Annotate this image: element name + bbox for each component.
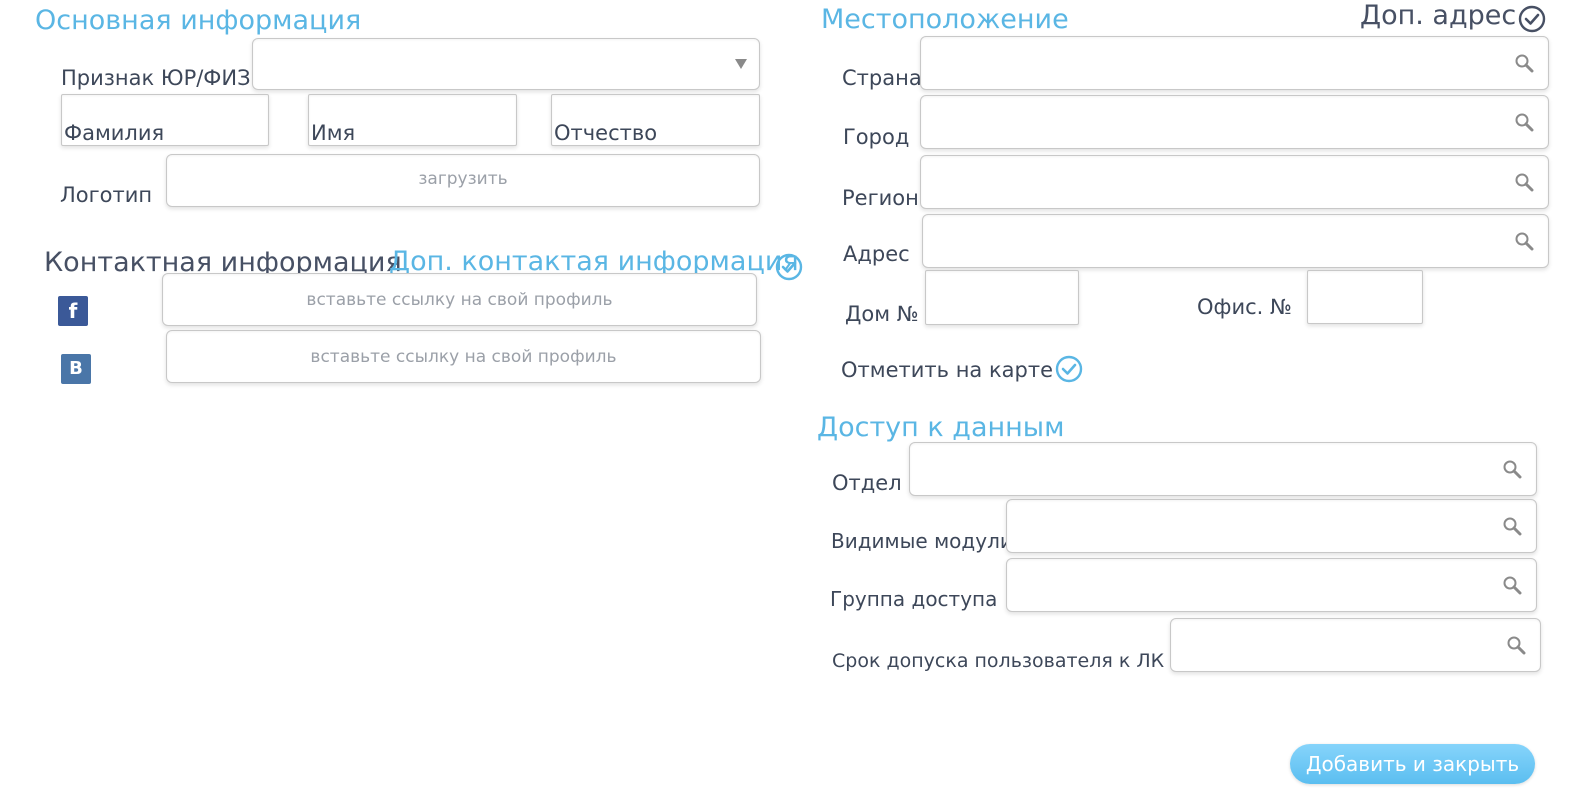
map-label: Отметить на карте bbox=[841, 358, 1053, 382]
country-label: Страна bbox=[842, 66, 922, 90]
modules-input[interactable] bbox=[1006, 499, 1537, 553]
search-icon[interactable] bbox=[1514, 172, 1534, 192]
house-label: Дом № bbox=[845, 302, 919, 326]
search-icon[interactable] bbox=[1506, 635, 1526, 655]
region-label: Регион bbox=[842, 186, 919, 210]
city-label: Город bbox=[843, 125, 910, 149]
department-input[interactable] bbox=[909, 442, 1537, 496]
house-number-input[interactable] bbox=[925, 270, 1079, 325]
address-input[interactable] bbox=[922, 214, 1549, 268]
basic-info-title: Основная информация bbox=[35, 5, 362, 36]
city-input[interactable] bbox=[920, 95, 1549, 149]
name-label: Имя bbox=[311, 121, 356, 145]
facebook-icon: f bbox=[58, 296, 88, 326]
add-and-close-button[interactable]: Добавить и закрыть bbox=[1290, 744, 1535, 784]
extra-address-label[interactable]: Доп. адрес bbox=[1360, 0, 1516, 31]
search-icon[interactable] bbox=[1514, 53, 1534, 73]
facebook-placeholder: вставьте ссылку на свой профиль bbox=[306, 289, 613, 310]
department-label: Отдел bbox=[832, 471, 902, 495]
search-icon[interactable] bbox=[1514, 112, 1534, 132]
search-icon[interactable] bbox=[1502, 516, 1522, 536]
office-number-input[interactable] bbox=[1307, 270, 1423, 324]
access-title: Доступ к данным bbox=[817, 412, 1065, 443]
name-field[interactable]: Имя bbox=[308, 94, 517, 146]
vk-icon: B bbox=[61, 354, 91, 384]
logo-upload-button[interactable]: загрузить bbox=[166, 154, 760, 207]
entity-type-label: Признак ЮР/ФИЗ bbox=[61, 66, 251, 90]
check-circle-icon[interactable] bbox=[775, 253, 803, 281]
address-label: Адрес bbox=[843, 242, 910, 266]
facebook-profile-input[interactable]: вставьте ссылку на свой профиль bbox=[162, 273, 757, 326]
check-circle-icon[interactable] bbox=[1518, 5, 1546, 33]
region-input[interactable] bbox=[920, 155, 1549, 209]
patronymic-field[interactable]: Отчество bbox=[551, 94, 760, 146]
vk-profile-input[interactable]: вставьте ссылку на свой профиль bbox=[166, 330, 761, 383]
country-input[interactable] bbox=[920, 36, 1549, 90]
surname-field[interactable]: Фамилия bbox=[61, 94, 269, 146]
access-term-input[interactable] bbox=[1170, 618, 1541, 672]
office-label: Офис. № bbox=[1197, 295, 1292, 319]
check-circle-icon[interactable] bbox=[1055, 355, 1083, 383]
logo-upload-text: загрузить bbox=[418, 169, 508, 189]
logo-label: Логотип bbox=[60, 183, 153, 207]
term-label: Срок допуска пользователя к ЛК bbox=[832, 650, 1165, 672]
modules-label: Видимые модули bbox=[831, 529, 1013, 553]
vk-placeholder: вставьте ссылку на свой профиль bbox=[310, 346, 617, 367]
group-label: Группа доступа bbox=[830, 587, 998, 611]
search-icon[interactable] bbox=[1502, 459, 1522, 479]
patronymic-label: Отчество bbox=[554, 121, 658, 145]
entity-type-select[interactable] bbox=[252, 38, 760, 90]
search-icon[interactable] bbox=[1502, 575, 1522, 595]
location-title: Местоположение bbox=[821, 4, 1069, 35]
access-group-input[interactable] bbox=[1006, 558, 1537, 612]
dropdown-arrow-icon bbox=[735, 59, 747, 69]
surname-label: Фамилия bbox=[64, 121, 165, 145]
search-icon[interactable] bbox=[1514, 231, 1534, 251]
